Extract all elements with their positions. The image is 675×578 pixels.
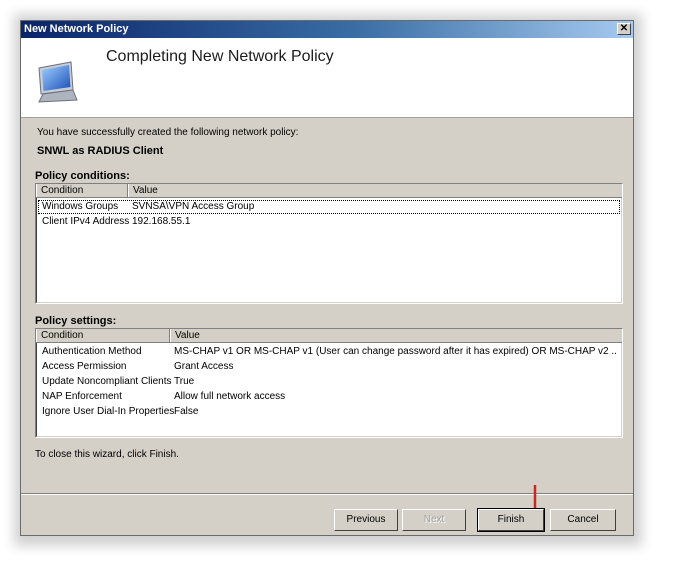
- table-row[interactable]: Client IPv4 Address 192.168.55.1: [38, 215, 620, 229]
- table-row[interactable]: Ignore User Dial-In Properties False: [38, 405, 620, 419]
- condition-cell: Access Permission: [42, 361, 127, 372]
- page-heading: Completing New Network Policy: [106, 48, 334, 65]
- value-cell: True: [174, 376, 195, 387]
- window-title: New Network Policy: [24, 23, 129, 35]
- value-cell: SVNSA\VPN Access Group: [132, 201, 255, 212]
- value-cell: Allow full network access: [174, 391, 286, 402]
- condition-cell: Update Noncompliant Clients: [42, 376, 172, 387]
- close-button[interactable]: ✕: [617, 23, 631, 35]
- finish-button[interactable]: Finish: [477, 508, 545, 532]
- close-icon: ✕: [619, 23, 629, 34]
- table-row[interactable]: NAP Enforcement Allow full network acces…: [38, 390, 620, 404]
- column-header-value[interactable]: Value: [170, 329, 622, 342]
- previous-button[interactable]: Previous: [334, 509, 398, 531]
- table-row[interactable]: Update Noncompliant Clients True: [38, 375, 620, 389]
- table-row[interactable]: Access Permission Grant Access: [38, 360, 620, 374]
- intro-text: You have successfully created the follow…: [37, 127, 299, 138]
- table-row[interactable]: Windows Groups SVNSA\VPN Access Group: [38, 200, 620, 214]
- settings-header: Condition Value: [36, 329, 622, 343]
- condition-cell: Windows Groups: [42, 201, 119, 212]
- value-cell: False: [174, 406, 199, 417]
- condition-cell: NAP Enforcement: [42, 391, 122, 402]
- wizard-monitor-icon: [38, 61, 78, 103]
- footer-instruction: To close this wizard, click Finish.: [35, 449, 179, 460]
- policy-settings-label: Policy settings:: [35, 315, 117, 327]
- settings-listview[interactable]: Condition Value Authentication Method MS…: [35, 328, 623, 438]
- column-header-condition[interactable]: Condition: [36, 329, 170, 342]
- table-row[interactable]: Authentication Method MS-CHAP v1 OR MS-C…: [38, 345, 620, 359]
- condition-cell: Ignore User Dial-In Properties: [42, 406, 175, 417]
- value-cell: Grant Access: [174, 361, 234, 372]
- condition-cell: Authentication Method: [42, 346, 142, 357]
- column-header-value[interactable]: Value: [128, 184, 622, 197]
- conditions-header: Condition Value: [36, 184, 622, 198]
- policy-conditions-label: Policy conditions:: [35, 170, 130, 182]
- next-button[interactable]: Next: [402, 509, 466, 531]
- value-cell: MS-CHAP v1 OR MS-CHAP v1 (User can chang…: [174, 346, 616, 357]
- conditions-listview[interactable]: Condition Value Windows Groups SVNSA\VPN…: [35, 183, 623, 304]
- wizard-window: New Network Policy ✕ Completing New Netw…: [20, 20, 634, 536]
- wizard-header: Completing New Network Policy: [21, 38, 633, 118]
- cancel-button[interactable]: Cancel: [550, 509, 616, 531]
- policy-name: SNWL as RADIUS Client: [37, 145, 164, 157]
- column-header-condition[interactable]: Condition: [36, 184, 128, 197]
- value-cell: 192.168.55.1: [132, 216, 191, 227]
- title-bar[interactable]: New Network Policy ✕: [21, 21, 633, 38]
- condition-cell: Client IPv4 Address: [42, 216, 130, 227]
